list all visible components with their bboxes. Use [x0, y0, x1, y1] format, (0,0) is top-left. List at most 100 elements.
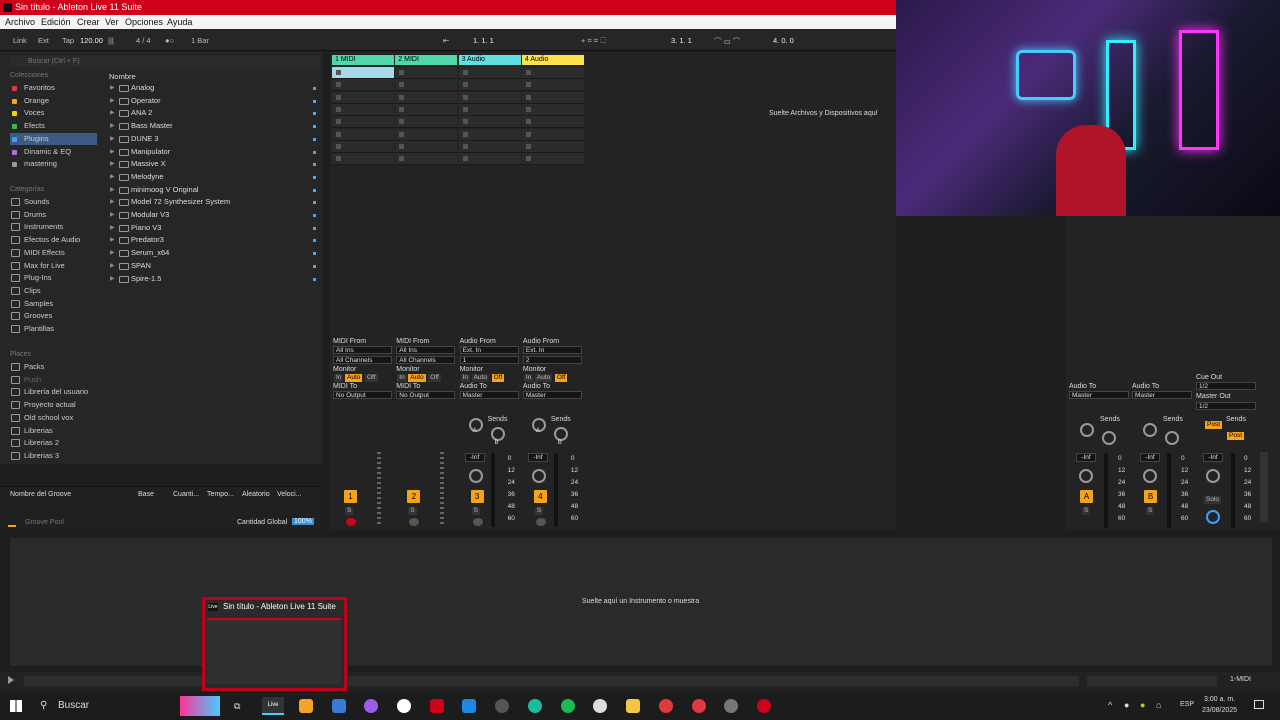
clip-stop-icon[interactable]	[525, 94, 531, 100]
clip-slot[interactable]	[332, 153, 394, 166]
menu-ver[interactable]: Ver	[105, 15, 119, 29]
place-item[interactable]: Old school vox	[10, 412, 97, 424]
category-item[interactable]: Sounds	[10, 196, 97, 208]
taskbar-app-icon-7[interactable]	[495, 699, 509, 713]
clip-stop-icon[interactable]	[336, 106, 341, 112]
return-a-solo[interactable]: S	[1082, 507, 1091, 515]
taskbar-search-icon[interactable]: ⚲	[40, 700, 47, 711]
browser-file-item[interactable]: ▶ DUNE 3	[109, 133, 319, 146]
browser-file-item[interactable]: ▶ Massive X	[109, 158, 319, 171]
arrangement-position[interactable]: 1. 1. 1	[473, 36, 494, 45]
post-button-2[interactable]: Post	[1227, 432, 1245, 440]
groove-header-name[interactable]: Nombre del Groove	[10, 491, 71, 498]
track-activator[interactable]: 1	[344, 490, 357, 503]
clip-slot[interactable]	[395, 67, 458, 79]
metronome-toggle-icon[interactable]: ●○	[165, 36, 174, 45]
input-source-select[interactable]: All Ins	[396, 346, 456, 354]
taskbar-app-icon-6[interactable]	[462, 699, 476, 713]
input-channel-select[interactable]: 1	[459, 356, 519, 364]
monitor-in-button[interactable]: In	[397, 374, 407, 382]
clock-date[interactable]: 23/08/2025	[1202, 707, 1237, 714]
return-b-volume[interactable]: -Inf	[1140, 453, 1160, 462]
clip-slot[interactable]	[395, 103, 458, 116]
clip-slot[interactable]	[332, 116, 394, 129]
groove-header-random[interactable]: Aleatorio	[242, 491, 270, 498]
groove-icon[interactable]	[8, 521, 16, 527]
browser-file-item[interactable]: ▶ Modular V3	[109, 209, 319, 222]
cue-out-select[interactable]: 1/2	[1196, 382, 1256, 390]
clip-slot[interactable]	[458, 140, 521, 153]
tray-mic-icon[interactable]: ●	[1124, 700, 1129, 710]
expand-arrow-icon[interactable]: ▶	[110, 133, 115, 146]
track-activator[interactable]: 3	[470, 490, 484, 503]
clip-slot[interactable]	[521, 116, 584, 129]
monitor-auto-button[interactable]: Auto	[471, 374, 489, 382]
browser-file-item[interactable]: ▶ Serum_x64	[109, 247, 319, 260]
browser-file-item[interactable]: ▶ Analog	[109, 82, 319, 95]
place-item[interactable]: Proyecto actual	[10, 399, 97, 411]
return-b-output-select[interactable]: Master	[1132, 391, 1192, 399]
clip-stop-icon[interactable]	[462, 106, 468, 112]
return-a-send-b-knob[interactable]	[1102, 431, 1116, 445]
arm-button-icon[interactable]	[472, 518, 483, 526]
expand-arrow-icon[interactable]: ▶	[110, 95, 115, 108]
menu-archivo[interactable]: Archivo	[5, 15, 35, 29]
send-b-knob[interactable]	[490, 427, 505, 441]
clip-stop-icon[interactable]	[525, 70, 531, 75]
scroll-track[interactable]	[1087, 676, 1217, 686]
taskbar-app-icon-4[interactable]	[397, 699, 411, 713]
browser-file-item[interactable]: ▶ minimoog V Original	[109, 184, 319, 197]
notification-icon[interactable]	[1254, 700, 1264, 709]
arm-button-icon[interactable]	[535, 518, 546, 526]
menu-ayuda[interactable]: Ayuda	[167, 15, 192, 29]
clip-stop-icon[interactable]	[336, 131, 341, 137]
groove-header-tempo[interactable]: Tempo...	[207, 491, 234, 498]
return-a-send-a-knob[interactable]	[1080, 423, 1094, 437]
clip-slot[interactable]	[458, 91, 521, 104]
link-button[interactable]: Link	[13, 36, 27, 45]
clip-stop-icon[interactable]	[462, 82, 468, 88]
return-b-activator[interactable]: B	[1144, 490, 1157, 503]
clip-slot[interactable]	[332, 79, 394, 92]
windows-start-icon[interactable]	[10, 700, 22, 712]
output-select[interactable]: No Output	[333, 391, 392, 399]
ableton-taskbar-icon[interactable]: Live	[262, 697, 284, 715]
clip-slot[interactable]	[458, 153, 521, 166]
send-b-knob[interactable]	[553, 427, 568, 441]
clip-slot[interactable]	[395, 79, 458, 92]
expand-arrow-icon[interactable]: ▶	[110, 196, 115, 209]
clip-slot[interactable]	[332, 103, 394, 116]
task-view-icon[interactable]: ⧉	[234, 701, 240, 712]
monitor-auto-button[interactable]: Auto	[345, 374, 363, 382]
collection-item[interactable]: Dinamic & EQ	[10, 146, 97, 158]
clock-time[interactable]: 3:00 a. m.	[1204, 696, 1235, 703]
expand-arrow-icon[interactable]: ▶	[110, 247, 115, 260]
master-out-select[interactable]: 1/2	[1196, 402, 1256, 410]
arm-button-icon[interactable]	[346, 518, 356, 526]
track-header[interactable]: 2 MIDI	[395, 55, 458, 65]
groove-header-velocity[interactable]: Veloci...	[277, 491, 302, 498]
tap-button[interactable]: Tap	[62, 36, 74, 45]
master-solo-button[interactable]: Solo	[1204, 496, 1222, 504]
chrome-icon-2[interactable]	[692, 699, 706, 713]
expand-arrow-icon[interactable]: ▶	[110, 273, 115, 286]
clip-stop-icon[interactable]	[462, 70, 468, 75]
input-channel-select[interactable]: All Channels	[333, 356, 392, 364]
clip-stop-icon[interactable]	[399, 70, 405, 75]
chrome-icon-1[interactable]	[659, 699, 673, 713]
tray-nvidia-icon[interactable]: ●	[1140, 700, 1145, 710]
taskbar-search-label[interactable]: Buscar	[58, 700, 89, 711]
expand-arrow-icon[interactable]: ▶	[110, 234, 115, 247]
browser-file-item[interactable]: ▶ SPAN	[109, 260, 319, 273]
track-volume[interactable]: -Inf	[527, 453, 548, 462]
place-item[interactable]: Librerias 2	[10, 437, 97, 449]
taskbar-app-icon-5[interactable]	[430, 699, 444, 713]
monitor-off-button[interactable]: Off	[428, 374, 441, 382]
clip-stop-icon[interactable]	[462, 143, 468, 149]
expand-arrow-icon[interactable]: ▶	[110, 158, 115, 171]
monitor-in-button[interactable]: In	[460, 374, 471, 382]
clip-slot[interactable]	[521, 79, 584, 92]
category-item[interactable]: Instruments	[10, 221, 97, 233]
clip-stop-icon[interactable]	[462, 94, 468, 100]
collection-item[interactable]: Voces	[10, 107, 97, 119]
